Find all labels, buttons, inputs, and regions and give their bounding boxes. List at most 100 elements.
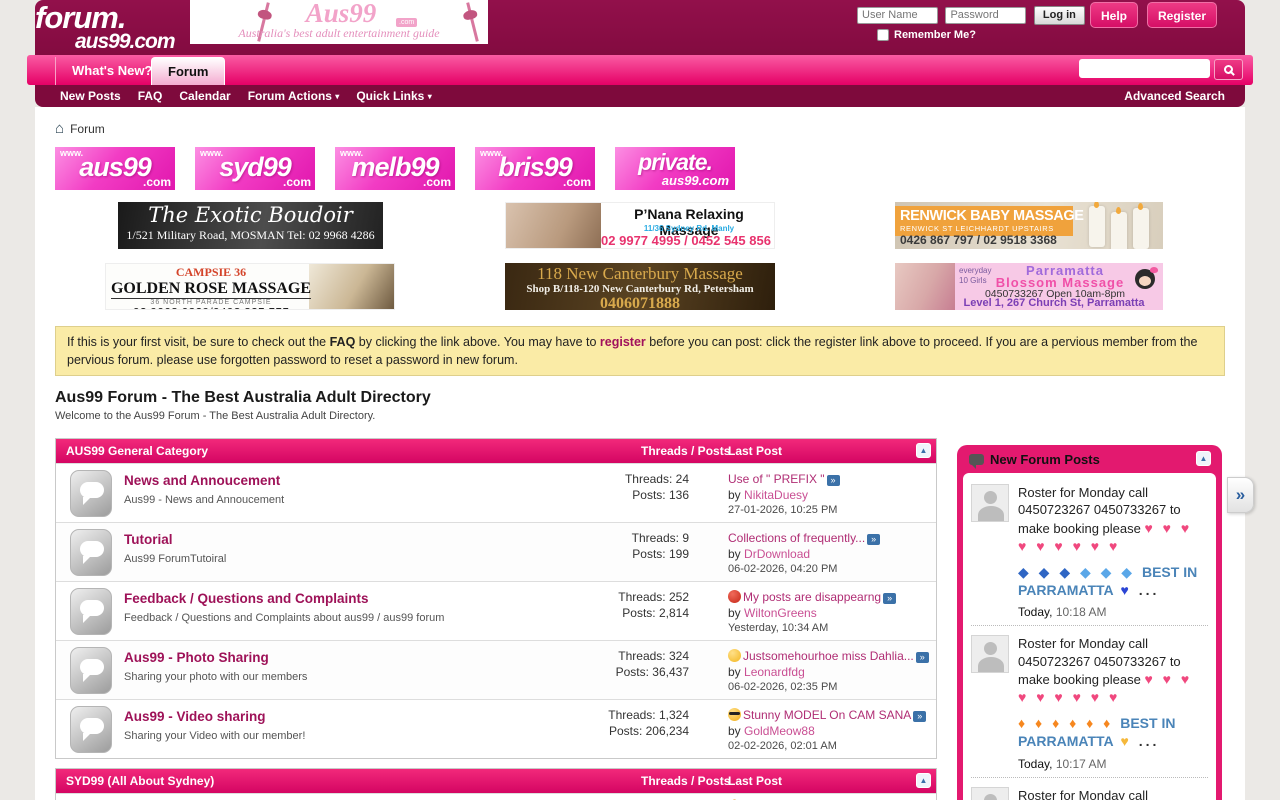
login-form: Log in Remember Me? [857, 5, 1085, 25]
login-button[interactable]: Log in [1034, 6, 1085, 25]
col-last-post: Last Post [728, 439, 782, 463]
forum-link[interactable]: Feedback / Questions and Complaints [124, 591, 369, 606]
ad-golden-rose-massage[interactable]: CAMPSIE 36 GOLDEN ROSE MASSAGE 36 NORTH … [105, 263, 395, 310]
forum-link[interactable]: Tutorial [124, 532, 173, 547]
last-post-link[interactable]: Use of " PREFIX " [728, 472, 825, 486]
banner-melb99[interactable]: www. melb99 .com [335, 147, 455, 190]
last-post-link[interactable]: My posts are disappearng [743, 590, 881, 604]
remember-me-checkbox[interactable] [877, 29, 889, 41]
chevron-down-icon: ▾ [428, 92, 432, 101]
last-poster-link[interactable]: NikitaDuesy [744, 488, 808, 502]
banner-aus99[interactable]: www. aus99 .com [55, 147, 175, 190]
goto-last-post-icon[interactable]: » [867, 534, 880, 545]
category-header: AUS99 General Category Threads / Posts L… [56, 439, 936, 463]
forum-desc: Sharing your Video with our member! [124, 730, 554, 742]
page: forum. aus99.com Aus99 .com Australia's … [0, 0, 1280, 800]
last-poster-link[interactable]: WiltonGreens [744, 606, 817, 620]
sidebar-post: Roster for Monday call 0450723267 045073… [971, 626, 1208, 777]
last-poster-link[interactable]: DrDownload [744, 547, 810, 561]
post-text[interactable]: Roster for Monday call 0450723267 045073… [1018, 787, 1208, 800]
ad-blossom-massage[interactable]: everyday 10 Girls Parramatta Blossom Mas… [895, 263, 1163, 310]
site-banner-row: www. aus99 .com www. syd99 .com www. mel… [55, 147, 1245, 190]
last-post-date: 02-02-2026, 02:01 AM [728, 739, 932, 755]
advanced-search-link[interactable]: Advanced Search [1124, 85, 1225, 107]
widget-body: Roster for Monday call 0450723267 045073… [963, 473, 1216, 800]
logo-line1: forum. [35, 2, 175, 33]
col-last-post: Last Post [728, 769, 782, 793]
register-button[interactable]: Register [1147, 2, 1217, 28]
forum-stats: Threads: 324Posts: 36,437 [569, 649, 689, 680]
home-icon[interactable]: ⌂ [55, 120, 64, 137]
tab-forum[interactable]: Forum [151, 57, 225, 85]
nav-forum-actions[interactable]: Forum Actions ▾ [248, 85, 340, 108]
forum-link[interactable]: News and Annoucement [124, 473, 280, 488]
forum-row: Aus99 - Photo Sharing Sharing your photo… [56, 640, 936, 699]
gem-icons: ◆ ◆ ◆ [1018, 564, 1073, 580]
last-poster-link[interactable]: Leonardfdg [744, 665, 805, 679]
avatar[interactable] [971, 635, 1009, 673]
register-link[interactable]: register [600, 335, 646, 349]
search-button[interactable] [1214, 59, 1243, 80]
last-post-cell: Collections of frequently...» by DrDownl… [728, 531, 932, 578]
banner-bris99[interactable]: www. bris99 .com [475, 147, 595, 190]
sidebar-toggle-button[interactable]: » [1227, 477, 1254, 513]
avatar[interactable] [971, 787, 1009, 800]
forum-desc: Aus99 ForumTutoiral [124, 553, 554, 565]
avatar[interactable] [971, 484, 1009, 522]
search-input[interactable] [1079, 59, 1210, 78]
forum-row: Sydney - Shop and Girl Info Talk about S… [56, 793, 936, 800]
goto-last-post-icon[interactable]: » [913, 711, 926, 722]
forum-link[interactable]: Aus99 - Video sharing [124, 709, 266, 724]
category-title[interactable]: AUS99 General Category [56, 444, 208, 458]
last-post-date: 06-02-2026, 04:20 PM [728, 562, 932, 578]
post-text[interactable]: Roster for Monday call 0450723267 045073… [1018, 484, 1208, 599]
forum-icon [70, 588, 112, 635]
nav-new-posts[interactable]: New Posts [60, 85, 121, 108]
page-wrapper: forum. aus99.com Aus99 .com Australia's … [35, 0, 1245, 800]
col-threads-posts: Threads / Posts [641, 439, 730, 463]
banner-private-aus99[interactable]: private. aus99.com [615, 147, 735, 190]
last-post-link[interactable]: Stunny MODEL On CAM SANA [743, 708, 911, 722]
forum-desc: Feedback / Questions and Complaints abou… [124, 612, 554, 624]
candle-icon [1089, 206, 1105, 247]
col-threads-posts: Threads / Posts [641, 769, 730, 793]
sidebar: New Forum Posts ▲ Roster for Monday call… [957, 445, 1222, 800]
category-title[interactable]: SYD99 (All About Sydney) [56, 774, 214, 788]
ad-pnana-massage[interactable]: P’Nana Relaxing Massage 11/36 Sydney Rd.… [505, 202, 775, 249]
nav-quick-links[interactable]: Quick Links ▾ [356, 85, 431, 108]
breadcrumb: ⌂ Forum [55, 120, 1245, 137]
collapse-icon[interactable]: ▲ [916, 773, 931, 788]
site-logo[interactable]: forum. aus99.com [35, 2, 175, 52]
ad-exotic-boudoir[interactable]: The Exotic Boudoir 1/521 Military Road, … [118, 202, 383, 249]
forum-icon [70, 706, 112, 753]
breadcrumb-forum-link[interactable]: Forum [70, 122, 105, 136]
username-input[interactable] [857, 7, 938, 24]
goto-last-post-icon[interactable]: » [827, 475, 840, 486]
header-banner-ad[interactable]: Aus99 .com Australia's best adult entert… [190, 0, 488, 44]
last-post-link[interactable]: Collections of frequently... [728, 531, 865, 545]
nav-faq[interactable]: FAQ [138, 85, 163, 108]
goto-last-post-icon[interactable]: » [916, 652, 929, 663]
last-poster-link[interactable]: GoldMeow88 [744, 724, 815, 738]
collapse-icon[interactable]: ▲ [1196, 451, 1211, 466]
last-post-cell: Stunny MODEL On CAM SANA» by GoldMeow88 … [728, 708, 932, 755]
forum-stats: Threads: 24Posts: 136 [569, 472, 689, 503]
site-header: forum. aus99.com Aus99 .com Australia's … [35, 0, 1245, 55]
collapse-icon[interactable]: ▲ [916, 443, 931, 458]
banner-syd99[interactable]: www. syd99 .com [195, 147, 315, 190]
help-button[interactable]: Help [1090, 2, 1138, 28]
search-icon [1224, 65, 1233, 74]
faq-link[interactable]: FAQ [330, 335, 356, 349]
password-input[interactable] [945, 7, 1026, 24]
widget-header: New Forum Posts ▲ [963, 445, 1216, 473]
last-post-link[interactable]: Justsomehourhoe miss Dahlia... [743, 649, 914, 663]
ad-canterbury-massage[interactable]: 118 New Canterbury Massage Shop B/118-12… [505, 263, 775, 310]
ad-renwick-baby-massage[interactable]: RENWICK BABY MASSAGE RENWICK ST LEICHHAR… [895, 202, 1163, 249]
post-text[interactable]: Roster for Monday call 0450723267 045073… [1018, 635, 1208, 750]
category-header: SYD99 (All About Sydney) Threads / Posts… [56, 769, 936, 793]
goto-last-post-icon[interactable]: » [883, 593, 896, 604]
gem-icons: ◆ ◆ ◆ [1080, 564, 1135, 580]
last-post-date: Yesterday, 10:34 AM [728, 621, 932, 637]
forum-link[interactable]: Aus99 - Photo Sharing [124, 650, 269, 665]
nav-calendar[interactable]: Calendar [179, 85, 230, 108]
